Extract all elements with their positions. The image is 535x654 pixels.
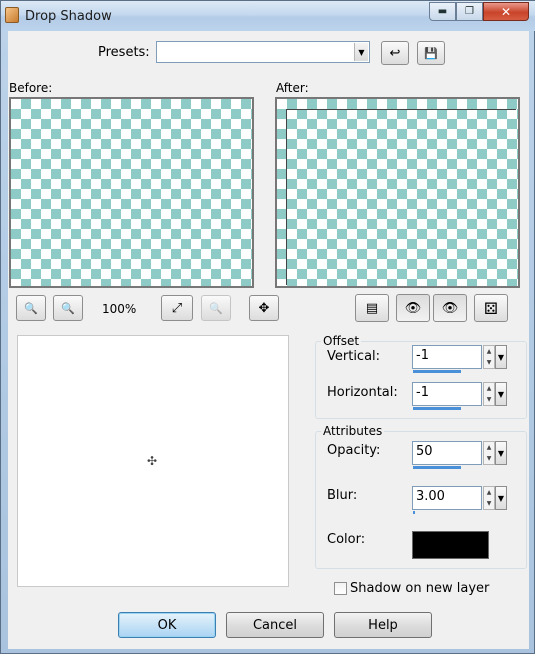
presets-label: Presets:: [98, 45, 150, 60]
color-swatch[interactable]: [412, 531, 489, 559]
after-label: After:: [276, 81, 309, 95]
vertical-slider[interactable]: [413, 370, 461, 373]
opacity-dropdown-button[interactable]: ▼: [495, 441, 507, 465]
chevron-down-icon: ▼: [497, 493, 505, 503]
auto-proof-button[interactable]: 👁: [396, 294, 430, 322]
app-icon: [5, 7, 19, 23]
window-title: Drop Shadow: [25, 9, 112, 24]
preview-on-image-button[interactable]: 👁: [433, 294, 467, 322]
horizontal-slider[interactable]: [413, 407, 461, 410]
help-button[interactable]: Help: [334, 612, 432, 638]
zoom-out-icon: 🔍: [24, 301, 38, 315]
spin-down-icon[interactable]: ▼: [484, 498, 494, 509]
presets-dropdown[interactable]: ▼: [156, 41, 370, 63]
spin-down-icon[interactable]: ▼: [484, 453, 494, 464]
cancel-button[interactable]: Cancel: [226, 612, 324, 638]
vertical-label: Vertical:: [327, 349, 381, 364]
spin-up-icon[interactable]: ▲: [484, 442, 494, 453]
horizontal-updown[interactable]: ▲ ▼: [483, 382, 495, 406]
combo-arrow-glyph: ▼: [358, 47, 365, 57]
zoom-in-button[interactable]: 🔍: [53, 295, 83, 321]
zoom-disabled-icon: 🔍: [209, 301, 223, 315]
horizontal-input[interactable]: -1: [412, 382, 482, 406]
spin-down-icon[interactable]: ▼: [484, 394, 494, 405]
chevron-down-icon: ▼: [497, 352, 505, 362]
reset-icon: ↩: [389, 45, 401, 61]
reset-preset-button[interactable]: ↩: [381, 41, 409, 65]
eye-cursor-icon: 👁: [404, 300, 422, 316]
spin-up-icon[interactable]: ▲: [484, 346, 494, 357]
move-icon: ✥: [258, 300, 270, 316]
blur-updown[interactable]: ▲ ▼: [483, 486, 495, 510]
opacity-input[interactable]: 50: [412, 441, 482, 465]
spin-up-icon[interactable]: ▲: [484, 383, 494, 394]
attributes-title: Attributes: [321, 424, 385, 438]
opacity-slider[interactable]: [413, 466, 461, 469]
maximize-button[interactable]: ❐: [456, 2, 483, 21]
randomize-button[interactable]: ⚄: [474, 294, 508, 322]
ok-button[interactable]: OK: [118, 612, 216, 638]
vertical-updown[interactable]: ▲ ▼: [483, 345, 495, 369]
blur-dropdown-button[interactable]: ▼: [495, 486, 507, 510]
vertical-dropdown-button[interactable]: ▼: [495, 345, 507, 369]
minimize-button[interactable]: ▬: [429, 2, 456, 21]
opacity-spinner[interactable]: 50 ▲ ▼ ▼: [412, 441, 508, 471]
offset-title: Offset: [321, 334, 362, 348]
dialog-window: Drop Shadow ▬ ❐ ✕ Presets: ▼ ↩ 💾 Before:…: [0, 0, 535, 654]
blur-slider[interactable]: [413, 511, 415, 514]
horizontal-spinner[interactable]: -1 ▲ ▼ ▼: [412, 382, 508, 412]
vertical-spinner[interactable]: -1 ▲ ▼ ▼: [412, 345, 508, 375]
preview-toggle-icon: ▤: [365, 300, 379, 316]
opacity-updown[interactable]: ▲ ▼: [483, 441, 495, 465]
blur-spinner[interactable]: 3.00 ▲ ▼ ▼: [412, 486, 508, 516]
save-preset-button[interactable]: 💾: [417, 41, 445, 65]
fit-button[interactable]: ⤢: [161, 295, 193, 321]
title-bar[interactable]: Drop Shadow ▬ ❐ ✕: [1, 1, 535, 31]
horizontal-label: Horizontal:: [327, 385, 398, 400]
move-button[interactable]: ✥: [249, 295, 279, 321]
after-preview[interactable]: [275, 97, 520, 288]
after-shadow-edge-top: [286, 109, 516, 110]
zoom-level: 100%: [102, 302, 137, 316]
chevron-down-icon: ▼: [497, 389, 505, 399]
shadow-new-layer-label[interactable]: Shadow on new layer: [350, 581, 489, 596]
maximize-icon: ❐: [465, 6, 474, 17]
eye-icon: 👁: [441, 300, 459, 316]
minimize-icon: ▬: [437, 6, 448, 17]
crosshair-icon[interactable]: ✣: [147, 454, 157, 468]
before-label: Before:: [9, 81, 53, 95]
opacity-label: Opacity:: [327, 443, 381, 458]
zoom-in-icon: 🔍: [61, 301, 75, 315]
proof-toggle-button[interactable]: ▤: [355, 294, 389, 322]
vertical-input[interactable]: -1: [412, 345, 482, 369]
spin-up-icon[interactable]: ▲: [484, 487, 494, 498]
close-icon: ✕: [500, 4, 512, 19]
chevron-down-icon[interactable]: ▼: [354, 43, 368, 61]
save-icon: 💾: [424, 46, 438, 60]
spin-down-icon[interactable]: ▼: [484, 357, 494, 368]
zoom-actual-button[interactable]: 🔍: [201, 295, 231, 321]
chevron-down-icon: ▼: [497, 448, 505, 458]
fit-icon: ⤢: [171, 300, 183, 316]
blur-input[interactable]: 3.00: [412, 486, 482, 510]
after-shadow-edge-left: [286, 109, 287, 285]
color-label: Color:: [327, 532, 366, 547]
horizontal-dropdown-button[interactable]: ▼: [495, 382, 507, 406]
close-button[interactable]: ✕: [483, 2, 529, 21]
dice-icon: ⚄: [484, 298, 498, 318]
before-preview[interactable]: [9, 97, 254, 288]
zoom-out-button[interactable]: 🔍: [16, 295, 46, 321]
blur-label: Blur:: [327, 488, 358, 503]
shadow-new-layer-checkbox[interactable]: [334, 582, 347, 595]
